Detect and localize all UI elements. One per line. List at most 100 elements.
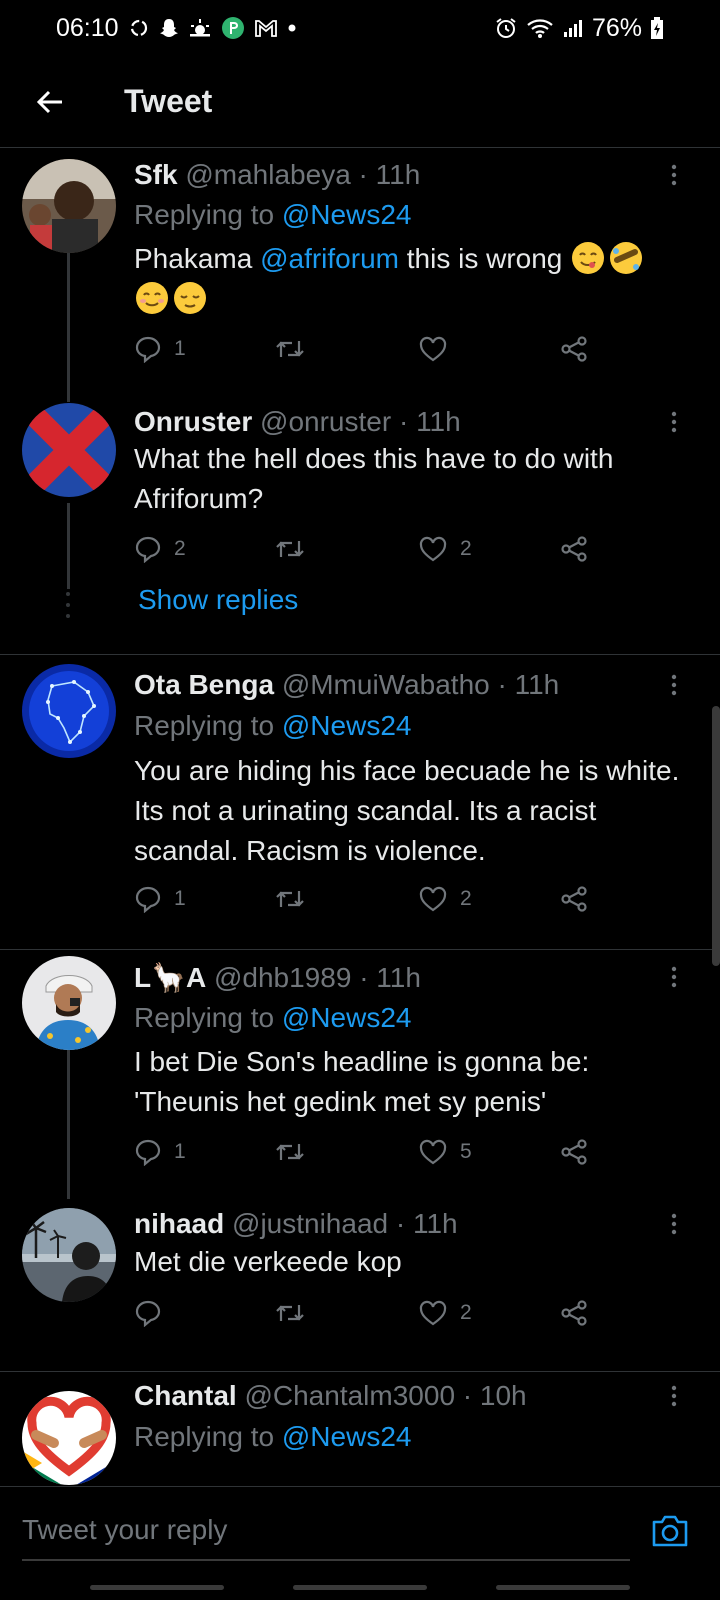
rolling-on-floor-laughing-emoji [610, 242, 643, 274]
avatar[interactable] [22, 1391, 116, 1485]
avatar[interactable] [22, 159, 116, 253]
heart-icon [419, 1300, 447, 1326]
status-right: 76% [494, 14, 664, 43]
user-handle[interactable]: @MmuiWabatho [282, 669, 490, 700]
avatar[interactable] [22, 664, 116, 758]
tweet-time: 11h [376, 962, 421, 993]
replying-to: Replying to @News24 [134, 1002, 411, 1034]
like-button[interactable] [418, 329, 460, 369]
signal-icon [562, 17, 584, 39]
show-replies-link[interactable]: Show replies [138, 584, 298, 616]
tweet-actions: 1 5 [134, 1132, 614, 1172]
mention-link[interactable]: @afriforum [260, 243, 399, 274]
recents-nav[interactable] [90, 1584, 224, 1590]
back-button[interactable] [0, 56, 100, 148]
share-button[interactable] [560, 1293, 588, 1333]
tweet-header: Sfk @mahlabeya · 11h [134, 159, 660, 191]
reply-button[interactable] [134, 1293, 174, 1333]
mention-link[interactable]: @News24 [282, 199, 412, 230]
like-button[interactable]: 5 [418, 1132, 472, 1172]
tweet-header: nihaad @justnihaad · 11h [134, 1208, 660, 1240]
replying-to: Replying to @News24 [134, 710, 411, 742]
like-count: 2 [460, 887, 472, 910]
system-nav-bar [0, 1574, 720, 1600]
more-options-icon[interactable] [660, 961, 688, 993]
display-name[interactable]: Chantal [134, 1380, 237, 1411]
more-options-icon[interactable] [660, 1380, 688, 1412]
thread-line [67, 503, 70, 589]
tweet-header: Chantal @Chantalm3000 · 10h [134, 1380, 660, 1412]
share-button[interactable] [560, 879, 588, 919]
scrollbar[interactable] [712, 706, 720, 966]
more-options-icon[interactable] [660, 669, 688, 701]
more-options-icon[interactable] [660, 406, 688, 438]
user-handle[interactable]: @Chantalm3000 [244, 1380, 455, 1411]
avatar[interactable] [22, 403, 116, 497]
more-options-icon[interactable] [660, 1208, 688, 1240]
retweet-button[interactable] [274, 1293, 318, 1333]
avatar[interactable] [22, 956, 116, 1050]
retweet-icon [276, 541, 304, 557]
face-savoring-food-emoji [572, 242, 605, 274]
reply-count: 1 [174, 337, 186, 360]
display-name[interactable]: Ota Benga [134, 669, 274, 700]
retweet-button[interactable] [274, 529, 318, 569]
tweet-time: 11h [514, 669, 560, 700]
reply-button[interactable]: 1 [134, 879, 186, 919]
parking-app-icon [221, 16, 245, 40]
separator-dot: · [395, 1208, 406, 1239]
reply-composer [0, 1486, 720, 1574]
like-button[interactable]: 2 [418, 1293, 472, 1333]
user-handle[interactable]: @dhb1989 [214, 962, 351, 993]
reply-icon [135, 886, 161, 913]
divider [0, 949, 720, 950]
mention-link[interactable]: @News24 [282, 1421, 412, 1452]
retweet-button[interactable] [274, 879, 318, 919]
share-button[interactable] [560, 529, 588, 569]
display-name[interactable]: L🦙A [134, 962, 206, 993]
battery-percent: 76% [591, 13, 642, 42]
battery-icon [650, 16, 664, 40]
back-nav[interactable] [496, 1584, 630, 1590]
snapchat-icon [159, 17, 179, 39]
share-icon [561, 886, 587, 912]
more-options-icon[interactable] [660, 159, 688, 191]
user-handle[interactable]: @justnihaad [232, 1208, 388, 1239]
tweet-text: You are hiding his face becuade he is wh… [134, 755, 680, 866]
tweet-text: Phakama @afriforum this is wrong [134, 239, 694, 319]
display-name[interactable]: Onruster [134, 406, 252, 437]
mention-link[interactable]: @News24 [282, 1002, 412, 1033]
user-handle[interactable]: @mahlabeya [185, 159, 350, 190]
reply-input[interactable] [22, 1500, 630, 1561]
separator-dot: · [398, 406, 409, 437]
heart-icon [419, 536, 447, 562]
camera-button[interactable] [642, 1503, 698, 1559]
reply-button[interactable]: 2 [134, 529, 186, 569]
replying-prefix: Replying to [134, 199, 275, 230]
share-button[interactable] [560, 329, 588, 369]
tweet-time: 11h [375, 159, 421, 190]
replying-to: Replying to @News24 [134, 1421, 411, 1453]
mention-link[interactable]: @News24 [282, 710, 412, 741]
retweet-button[interactable] [274, 1132, 318, 1172]
tweet-actions: 1 [134, 329, 614, 369]
thread-line [67, 1049, 70, 1199]
display-name[interactable]: Sfk [134, 159, 178, 190]
reply-button[interactable]: 1 [134, 329, 186, 369]
like-button[interactable]: 2 [418, 529, 472, 569]
reply-button[interactable]: 1 [134, 1132, 186, 1172]
tweet-header: L🦙A @dhb1989 · 11h [134, 961, 660, 994]
camera-icon [652, 1515, 688, 1546]
display-name[interactable]: nihaad [134, 1208, 224, 1239]
separator-dot: · [359, 962, 369, 993]
like-button[interactable]: 2 [418, 879, 472, 919]
replies-timeline[interactable]: Sfk @mahlabeya · 11h Replying to @News24… [0, 149, 720, 1485]
user-handle[interactable]: @onruster [260, 406, 391, 437]
share-button[interactable] [560, 1132, 588, 1172]
reply-icon [135, 336, 161, 363]
tweet-time: 10h [479, 1380, 527, 1411]
smiling-face-with-smiling-eyes-emoji [136, 282, 168, 314]
retweet-button[interactable] [274, 329, 318, 369]
avatar[interactable] [22, 1208, 116, 1302]
home-nav[interactable] [293, 1584, 427, 1590]
